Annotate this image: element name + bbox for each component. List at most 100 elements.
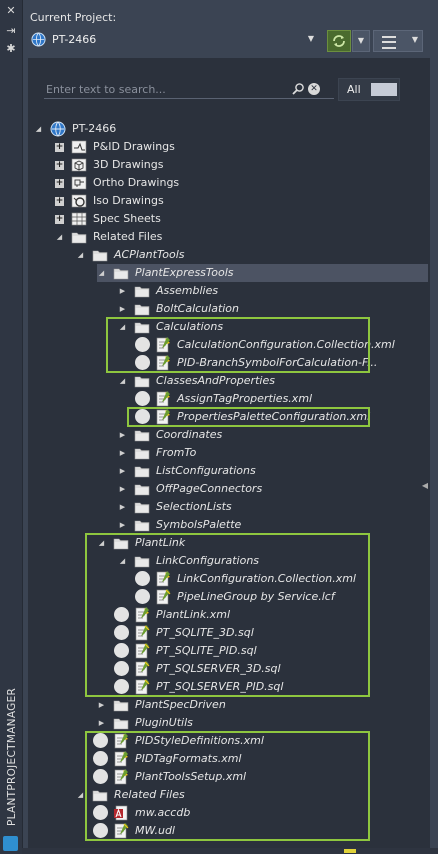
tree-folder-item[interactable]: ◢ ACPlantTools	[76, 246, 428, 264]
auto-hide-icon[interactable]: ⇥	[4, 24, 18, 38]
collapse-triangle-icon[interactable]: ◢	[97, 539, 106, 548]
expand-triangle-icon[interactable]: ▶	[97, 719, 106, 728]
tree-file-item[interactable]: PT_SQLSERVER_PID.sql	[114, 678, 428, 696]
tree-folder-item[interactable]: ◢ ClassesAndProperties	[118, 372, 428, 390]
tree-folder-item[interactable]: +3D Drawings	[55, 156, 428, 174]
xml-file-icon	[156, 409, 170, 425]
tree-folder-item[interactable]: ◢ Related Files	[55, 228, 428, 246]
tree-file-item[interactable]: PIDTagFormats.xml	[93, 750, 428, 768]
tree-folder-item[interactable]: + P&ID Drawings	[55, 138, 428, 156]
tree-item-label: SelectionLists	[156, 500, 232, 513]
tree-folder-item[interactable]: ◢ Related Files	[76, 786, 428, 804]
expand-triangle-icon[interactable]: ▶	[97, 701, 106, 710]
tree-folder-item[interactable]: ▶ Assemblies	[118, 282, 428, 300]
project-name: PT-2466	[52, 33, 97, 46]
tree-file-item[interactable]: PID-BranchSymbolForCalculation-F...	[135, 354, 428, 372]
access-db-icon	[114, 805, 128, 821]
close-icon[interactable]: ✕	[4, 4, 18, 18]
tree-item-label: PT-2466	[72, 122, 117, 135]
tree-item-label: PlantToolsSetup.xml	[135, 770, 247, 783]
file-status-icon	[114, 643, 129, 658]
expand-triangle-icon[interactable]: ▶	[118, 305, 127, 314]
expand-triangle-icon[interactable]: ▶	[118, 521, 127, 530]
collapse-triangle-icon[interactable]: ◢	[76, 791, 85, 800]
tree-folder-item[interactable]: ◢ PlantExpressTools	[97, 264, 428, 282]
tree-item-label: PlantLink.xml	[156, 608, 231, 621]
tree-file-item[interactable]: PlantLink.xml	[114, 606, 428, 624]
sql-file-icon	[135, 661, 150, 677]
expand-plus-icon[interactable]: +	[55, 143, 64, 152]
tree-item-label: Coordinates	[156, 428, 223, 441]
tree-folder-item[interactable]: ▶ Coordinates	[118, 426, 428, 444]
expand-triangle-icon[interactable]: ▶	[118, 467, 127, 476]
expand-triangle-icon[interactable]: ▶	[118, 431, 127, 440]
file-status-icon	[93, 805, 108, 820]
tree-file-item[interactable]: PT_SQLSERVER_3D.sql	[114, 660, 428, 678]
collapse-triangle-icon[interactable]: ◢	[34, 125, 43, 134]
expand-plus-icon[interactable]: +	[55, 197, 64, 206]
expand-triangle-icon[interactable]: ▶	[118, 503, 127, 512]
spec-sheets-icon	[71, 212, 87, 226]
collapse-arrow-icon[interactable]: ◀	[422, 481, 428, 490]
collapse-triangle-icon[interactable]: ◢	[118, 323, 127, 332]
tree-folder-item[interactable]: ▶ FromTo	[118, 444, 428, 462]
expand-triangle-icon[interactable]: ▶	[118, 449, 127, 458]
tree-folder-item[interactable]: + Spec Sheets	[55, 210, 428, 228]
tree-item-label: PIDTagFormats.xml	[135, 752, 242, 765]
expand-plus-icon[interactable]: +	[55, 215, 64, 224]
expand-plus-icon[interactable]: +	[55, 179, 64, 188]
folder-icon	[134, 466, 150, 478]
tree-folder-item[interactable]: ▶ PlantSpecDriven	[97, 696, 428, 714]
properties-gear-icon[interactable]: ✱	[4, 42, 18, 56]
tree-folder-item[interactable]: ▶ PluginUtils	[97, 714, 428, 732]
collapse-triangle-icon[interactable]: ◢	[97, 269, 106, 278]
xml-file-icon	[156, 355, 170, 371]
expand-triangle-icon[interactable]: ▶	[118, 287, 127, 296]
folder-icon	[92, 250, 108, 262]
scrollbar-thumb[interactable]	[344, 849, 356, 853]
refresh-button[interactable]	[327, 30, 351, 52]
tree-folder-item[interactable]: ▶ BoltCalculation	[118, 300, 428, 318]
tree-folder-item[interactable]: ◢ Calculations	[118, 318, 428, 336]
folder-icon	[92, 790, 108, 802]
tree-folder-item[interactable]: ◢ LinkConfigurations	[118, 552, 428, 570]
tree-folder-item[interactable]: ▶ OffPageConnectors	[118, 480, 428, 498]
tree-folder-item[interactable]: + Iso Drawings	[55, 192, 428, 210]
collapse-triangle-icon[interactable]: ◢	[76, 251, 85, 260]
tree-file-item[interactable]: PT_SQLITE_PID.sql	[114, 642, 428, 660]
tree-item-label: BoltCalculation	[156, 302, 240, 315]
sql-file-icon	[135, 625, 150, 641]
palette-title: PLANTPROJECTMANAGER	[6, 687, 18, 826]
tree-file-item[interactable]: MW.udl	[93, 822, 428, 840]
tree-folder-item[interactable]: + Ortho Drawings	[55, 174, 428, 192]
tree-file-item[interactable]: PT_SQLITE_3D.sql	[114, 624, 428, 642]
tree-folder-item[interactable]: ▶ ListConfigurations	[118, 462, 428, 480]
current-project-label: Current Project:	[30, 11, 117, 24]
refresh-options-button[interactable]: ▼	[352, 30, 370, 52]
3d-drawings-icon	[71, 158, 87, 172]
horizontal-scrollbar[interactable]	[22, 848, 438, 854]
tree-file-item[interactable]: mw.accdb	[93, 804, 428, 822]
tree-item-label: Spec Sheets	[93, 212, 161, 225]
menu-button[interactable]: ▼	[373, 30, 423, 52]
tree-folder-item[interactable]: ◢ PlantLink	[97, 534, 428, 552]
expand-triangle-icon[interactable]: ▶	[118, 485, 127, 494]
project-tree: ◢ PT-2466 + P&ID Drawings +3D Drawings + Ortho…	[28, 58, 430, 850]
tree-file-item[interactable]: AssignTagProperties.xml	[135, 390, 428, 408]
tree-file-item[interactable]: CalculationConfiguration.Collection.xml	[135, 336, 428, 354]
collapse-triangle-icon[interactable]: ◢	[118, 557, 127, 566]
expand-plus-icon[interactable]: +	[55, 161, 64, 170]
tree-item-label: PT_SQLITE_PID.sql	[156, 644, 257, 657]
collapse-triangle-icon[interactable]: ◢	[55, 233, 64, 242]
tree-folder-item[interactable]: ▶ SymbolsPalette	[118, 516, 428, 534]
tree-folder-item[interactable]: ◢ PT-2466	[34, 120, 428, 138]
tree-file-item[interactable]: PlantToolsSetup.xml	[93, 768, 428, 786]
tree-file-item[interactable]: PipeLineGroup by Service.lcf	[135, 588, 428, 606]
tree-folder-item[interactable]: ▶ SelectionLists	[118, 498, 428, 516]
collapse-triangle-icon[interactable]: ◢	[118, 377, 127, 386]
tree-file-item[interactable]: LinkConfiguration.Collection.xml	[135, 570, 428, 588]
file-status-icon	[114, 661, 129, 676]
project-dropdown[interactable]: PT-2466 ▼	[28, 29, 320, 51]
tree-file-item[interactable]: PropertiesPaletteConfiguration.xml	[135, 408, 428, 426]
tree-file-item[interactable]: PIDStyleDefinitions.xml	[93, 732, 428, 750]
